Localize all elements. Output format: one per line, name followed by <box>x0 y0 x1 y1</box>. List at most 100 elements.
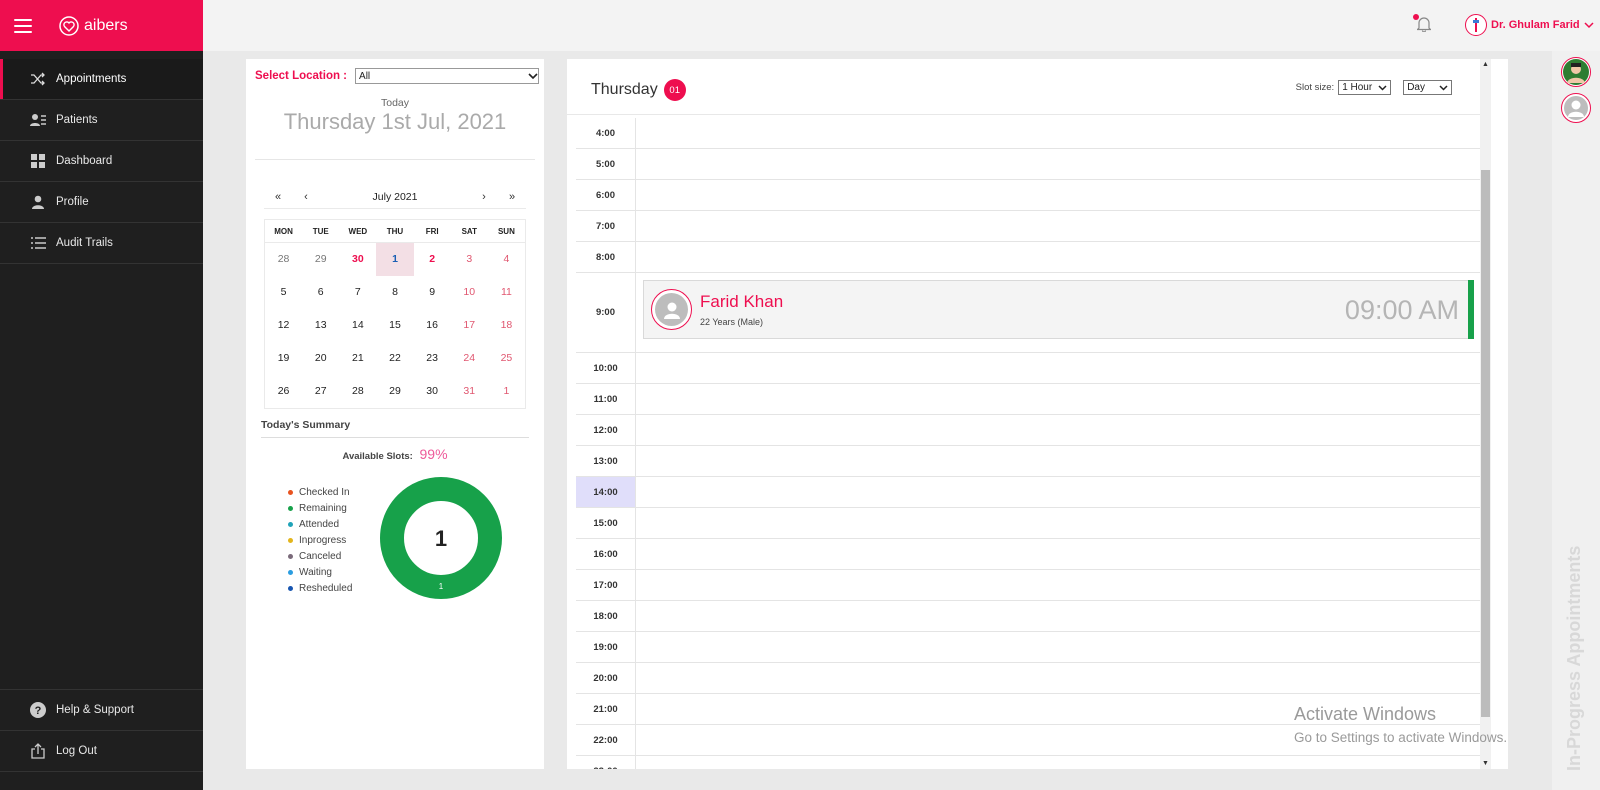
calendar-day[interactable]: 15 <box>376 309 413 342</box>
chevron-down-icon <box>1584 22 1594 29</box>
time-slot-cell[interactable] <box>636 415 1482 445</box>
time-slot-cell[interactable] <box>636 118 1482 148</box>
appointment-card[interactable]: Farid Khan 22 Years (Male) 09:00 AM <box>643 280 1474 339</box>
calendar-day[interactable]: 11 <box>488 276 525 309</box>
time-slot-row[interactable]: 16:00 <box>576 539 1482 570</box>
time-slot-cell[interactable] <box>636 211 1482 241</box>
time-slot-row[interactable]: 19:00 <box>576 632 1482 663</box>
calendar-day[interactable]: 17 <box>451 309 488 342</box>
sidebar-item-help-support[interactable]: ? Help & Support <box>0 690 203 731</box>
time-slot-cell[interactable] <box>636 384 1482 414</box>
calendar-day[interactable]: 16 <box>414 309 451 342</box>
sidebar-item-patients[interactable]: Patients <box>0 100 203 141</box>
time-slot-row[interactable]: 4:00 <box>576 118 1482 149</box>
time-slot-cell[interactable] <box>636 242 1482 272</box>
patient-name[interactable]: Farid Khan <box>700 292 783 312</box>
calendar-day[interactable]: 19 <box>265 342 302 375</box>
time-slot-cell[interactable] <box>636 477 1482 507</box>
time-slot-cell[interactable] <box>636 180 1482 210</box>
calendar-day[interactable]: 4 <box>488 243 525 276</box>
calendar-day[interactable]: 14 <box>339 309 376 342</box>
time-slot-cell[interactable] <box>636 149 1482 179</box>
time-slot-row[interactable]: 12:00 <box>576 415 1482 446</box>
sidebar-item-log-out[interactable]: Log Out <box>0 731 203 772</box>
calendar-day[interactable]: 25 <box>488 342 525 375</box>
calendar-day[interactable]: 30 <box>339 243 376 276</box>
calendar-day[interactable]: 28 <box>339 375 376 408</box>
app-logo[interactable]: aibers <box>59 15 128 36</box>
calendar-day[interactable]: 2 <box>414 243 451 276</box>
vertical-scrollbar[interactable]: ▲ ▼ <box>1480 59 1491 769</box>
avatar[interactable] <box>1561 57 1591 87</box>
calendar-day[interactable]: 6 <box>302 276 339 309</box>
calendar-day[interactable]: 20 <box>302 342 339 375</box>
slot-size-select[interactable]: 1 Hour <box>1338 80 1392 95</box>
user-menu[interactable]: Dr. Ghulam Farid <box>1465 14 1594 36</box>
last-button[interactable]: » <box>498 191 526 203</box>
calendar-day[interactable]: 13 <box>302 309 339 342</box>
sidebar-item-profile[interactable]: Profile <box>0 182 203 223</box>
calendar-day[interactable]: 8 <box>376 276 413 309</box>
calendar-day[interactable]: 10 <box>451 276 488 309</box>
time-slot-row[interactable]: 7:00 <box>576 211 1482 242</box>
time-slot-cell[interactable] <box>636 446 1482 476</box>
calendar-day[interactable]: 9 <box>414 276 451 309</box>
scrollbar-thumb[interactable] <box>1481 170 1490 717</box>
sidebar-item-appointments[interactable]: Appointments <box>0 59 203 100</box>
time-slot-row[interactable]: 10:00 <box>576 353 1482 384</box>
calendar-month-label[interactable]: July 2021 <box>320 191 470 203</box>
appointment-time: 09:00 AM <box>1344 295 1459 325</box>
calendar-day[interactable]: 27 <box>302 375 339 408</box>
calendar-day[interactable]: 18 <box>488 309 525 342</box>
prev-month-button[interactable]: ‹ <box>292 191 320 203</box>
calendar-day[interactable]: 29 <box>376 375 413 408</box>
time-slot-cell[interactable] <box>636 756 1482 769</box>
notifications-button[interactable] <box>1413 14 1432 37</box>
calendar-day-today[interactable]: 1 <box>376 243 414 276</box>
calendar-day[interactable]: 24 <box>451 342 488 375</box>
avatar[interactable] <box>1561 93 1591 123</box>
location-select[interactable]: All <box>355 68 540 84</box>
view-select[interactable]: Day <box>1403 80 1452 95</box>
calendar-day[interactable]: 3 <box>451 243 488 276</box>
first-button[interactable]: « <box>264 191 292 203</box>
calendar-day[interactable]: 7 <box>339 276 376 309</box>
calendar-day[interactable]: 26 <box>265 375 302 408</box>
sidebar-item-dashboard[interactable]: Dashboard <box>0 141 203 182</box>
time-slot-cell[interactable] <box>636 508 1482 538</box>
calendar-day[interactable]: 21 <box>339 342 376 375</box>
time-slot-cell[interactable] <box>636 663 1482 693</box>
time-slot-row[interactable]: 17:00 <box>576 570 1482 601</box>
time-slot-cell[interactable] <box>636 570 1482 600</box>
calendar-day[interactable]: 28 <box>265 243 302 276</box>
sidebar-item-audit-trails[interactable]: Audit Trails <box>0 223 203 264</box>
calendar-day[interactable]: 5 <box>265 276 302 309</box>
time-slot-cell[interactable] <box>636 539 1482 569</box>
scroll-up-arrow-icon[interactable]: ▲ <box>1480 61 1491 68</box>
calendar-day[interactable]: 29 <box>302 243 339 276</box>
time-slot-row[interactable]: 6:00 <box>576 180 1482 211</box>
next-month-button[interactable]: › <box>470 191 498 203</box>
calendar-day[interactable]: 12 <box>265 309 302 342</box>
time-slot-cell[interactable] <box>636 632 1482 662</box>
time-slot-cell[interactable]: Farid Khan 22 Years (Male) 09:00 AM <box>636 273 1482 352</box>
calendar-day[interactable]: 31 <box>451 375 488 408</box>
calendar-day[interactable]: 22 <box>376 342 413 375</box>
hamburger-menu-icon[interactable] <box>14 18 32 33</box>
calendar-day[interactable]: 1 <box>488 375 525 408</box>
time-slot-row[interactable]: 8:00 <box>576 242 1482 273</box>
time-slot-cell[interactable] <box>636 601 1482 631</box>
time-slot-row[interactable]: 5:00 <box>576 149 1482 180</box>
time-slot-row-current[interactable]: 14:00 <box>576 477 1482 508</box>
time-slot-row[interactable]: 18:00 <box>576 601 1482 632</box>
calendar-day[interactable]: 30 <box>414 375 451 408</box>
time-slot-row[interactable]: 20:00 <box>576 663 1482 694</box>
time-slot-row[interactable]: 9:00 Farid Khan 22 Years (Male) 09:00 AM <box>576 273 1482 353</box>
time-slot-row[interactable]: 23:00 <box>576 756 1482 769</box>
time-slot-row[interactable]: 11:00 <box>576 384 1482 415</box>
time-slot-row[interactable]: 15:00 <box>576 508 1482 539</box>
time-slot-cell[interactable] <box>636 353 1482 383</box>
time-slot-row[interactable]: 13:00 <box>576 446 1482 477</box>
calendar-day[interactable]: 23 <box>414 342 451 375</box>
scroll-down-arrow-icon[interactable]: ▼ <box>1480 760 1491 767</box>
